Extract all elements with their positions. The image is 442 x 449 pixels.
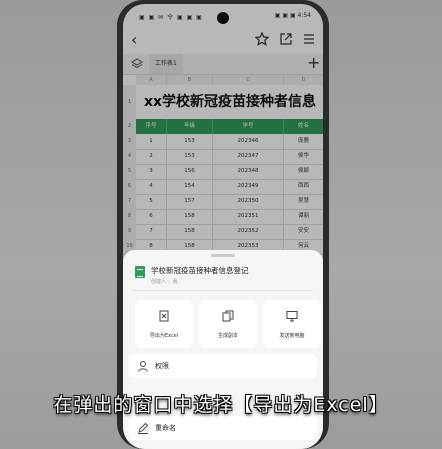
send-to-computer-label: 发送到电脑 [279,333,305,339]
export-excel-label: 导出为Excel [149,333,179,339]
divider [133,290,313,291]
file-title: 学校新冠疫苗接种者信息登记 [151,266,249,275]
send-to-computer-button[interactable]: 发送到电脑 [263,300,321,348]
pencil-icon [138,422,149,434]
phone-frame: ▣ ▣ ✉ 令 ▣ ▣ ▣ ▣ ▣ ▣ 4:54 ‹ 工作表1 + A B C … [117,0,329,449]
make-copy-button[interactable]: 生成副本 [199,300,257,348]
video-caption: 在弹出的窗口中选择【导出为Excel】 [53,394,389,416]
make-copy-label: 生成副本 [217,333,238,339]
rename-label: 重命名 [155,424,176,432]
monitor-icon [286,311,298,322]
drag-handle[interactable] [211,254,235,257]
excel-export-icon [159,310,169,322]
copy-icon [222,310,234,322]
export-excel-button[interactable]: 导出为Excel [135,300,193,348]
file-creator: 创建人 ：我 [151,279,178,285]
person-icon [138,361,148,372]
phone-screen: ▣ ▣ ✉ 令 ▣ ▣ ▣ ▣ ▣ ▣ 4:54 ‹ 工作表1 + A B C … [123,4,323,449]
spreadsheet-file-icon [135,266,145,278]
permissions-label: 权限 [155,362,169,370]
permissions-item[interactable]: 权限 [129,354,317,378]
